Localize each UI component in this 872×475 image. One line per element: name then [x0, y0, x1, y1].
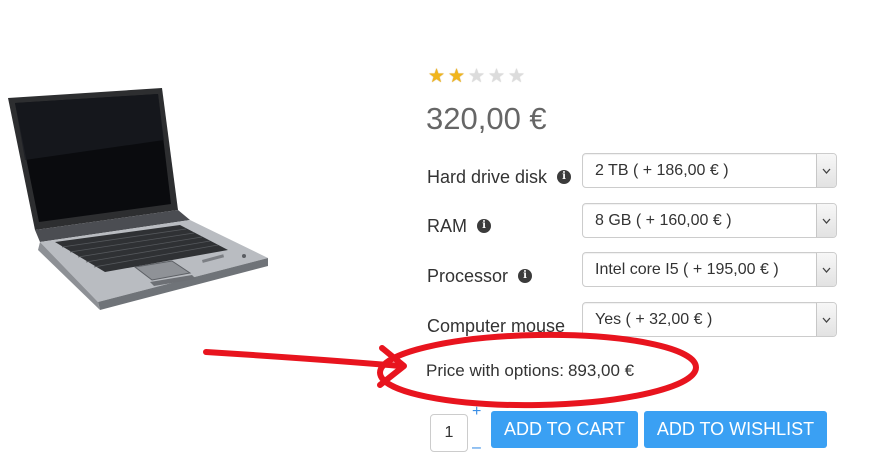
add-to-cart-button[interactable]: ADD TO CART: [491, 411, 638, 448]
chevron-down-icon[interactable]: [816, 303, 836, 336]
hard-drive-select[interactable]: 2 TB ( + 186,00 € ): [582, 153, 837, 188]
option-label-hard-drive: Hard drive disk i: [427, 166, 572, 188]
select-value: 8 GB ( + 160,00 € ): [595, 211, 732, 229]
product-rating[interactable]: ★ ★ ★ ★ ★: [427, 66, 526, 86]
price-with-options-label: Price with options:: [426, 361, 564, 380]
star-icon[interactable]: ★: [487, 66, 506, 86]
info-icon[interactable]: i: [557, 170, 572, 184]
quantity-decrease-button[interactable]: –: [472, 440, 481, 456]
processor-select[interactable]: Intel core I5 ( + 195,00 € ): [582, 252, 837, 287]
price-with-options-value: 893,00 €: [567, 361, 635, 380]
option-label-text: RAM: [427, 216, 467, 236]
ram-select[interactable]: 8 GB ( + 160,00 € ): [582, 203, 837, 238]
product-image-laptop: [8, 88, 268, 310]
add-to-wishlist-button[interactable]: ADD TO WISHLIST: [644, 411, 827, 448]
quantity-increase-button[interactable]: +: [472, 404, 481, 420]
option-label-ram: RAM i: [427, 215, 491, 237]
option-label-text: Computer mouse: [427, 316, 566, 336]
info-icon[interactable]: i: [477, 219, 491, 233]
option-label-text: Hard drive disk: [427, 167, 548, 187]
option-label-processor: Processor i: [427, 265, 533, 287]
select-value: Intel core I5 ( + 195,00 € ): [595, 260, 779, 278]
computer-mouse-select[interactable]: Yes ( + 32,00 € ): [582, 302, 837, 337]
price-with-options: Price with options: 893,00 €: [426, 360, 634, 382]
select-value: 2 TB ( + 186,00 € ): [595, 161, 729, 179]
info-icon[interactable]: i: [518, 269, 533, 283]
option-label-text: Processor: [427, 266, 509, 286]
star-icon[interactable]: ★: [427, 66, 446, 86]
chevron-down-icon[interactable]: [816, 204, 836, 237]
star-icon[interactable]: ★: [467, 66, 486, 86]
chevron-down-icon[interactable]: [816, 253, 836, 286]
star-icon[interactable]: ★: [447, 66, 466, 86]
product-price: 320,00 €: [426, 101, 547, 136]
chevron-down-icon[interactable]: [816, 154, 836, 187]
star-icon[interactable]: ★: [507, 66, 526, 86]
select-value: Yes ( + 32,00 € ): [595, 310, 713, 328]
option-label-computer-mouse: Computer mouse: [427, 315, 565, 337]
quantity-input[interactable]: [430, 414, 468, 452]
